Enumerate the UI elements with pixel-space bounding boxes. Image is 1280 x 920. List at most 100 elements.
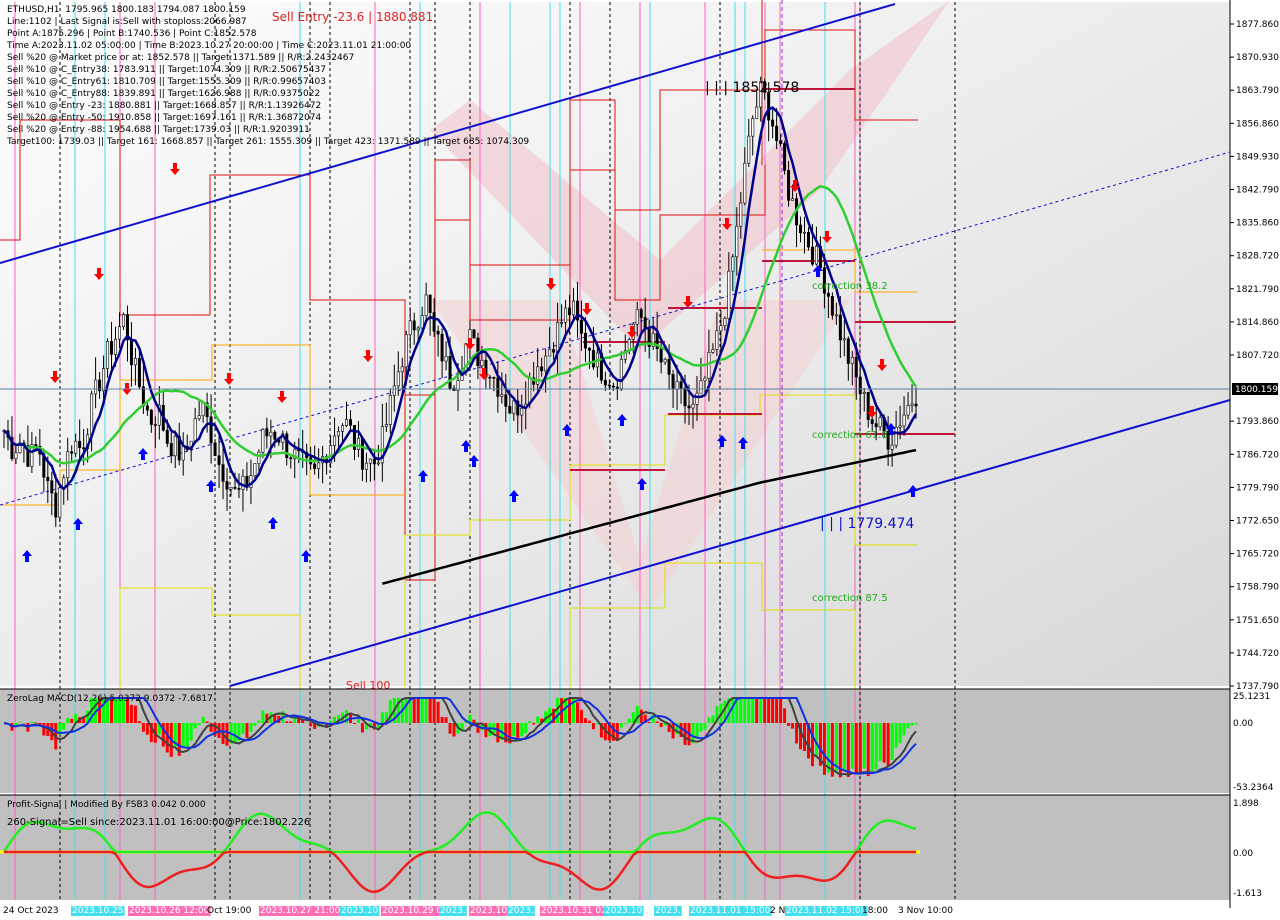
- candle-body: [719, 325, 723, 332]
- candle-body: [50, 480, 54, 494]
- candle-body: [436, 330, 440, 335]
- candle-body: [787, 170, 791, 201]
- candle-body: [372, 458, 376, 465]
- macd-bar: [404, 698, 408, 723]
- info-line: Sell %10 @ C_Entry88: 1839.891 || Target…: [7, 89, 321, 99]
- macd-bar: [906, 723, 910, 729]
- correction-61-label: correction 61.8: [812, 430, 888, 441]
- macd-bar: [783, 708, 787, 723]
- candle-body: [82, 447, 86, 449]
- candle-body: [488, 376, 492, 379]
- macd-bar: [428, 698, 432, 723]
- candle-body: [149, 409, 153, 425]
- candle-body: [850, 357, 854, 364]
- candle-body: [416, 327, 420, 331]
- candle-body: [404, 334, 408, 368]
- candle-body: [94, 379, 98, 395]
- candle-body: [209, 416, 213, 444]
- candle-body: [368, 458, 372, 464]
- candle-body: [731, 256, 735, 272]
- macd-bar: [137, 721, 141, 723]
- macd-bar: [703, 723, 707, 730]
- macd-bar: [528, 721, 532, 723]
- macd-bar: [882, 723, 886, 763]
- candle-body: [169, 443, 173, 457]
- candle-body: [289, 457, 293, 460]
- macd-bar: [870, 723, 874, 773]
- candle-body: [90, 393, 94, 436]
- macd-bar: [771, 698, 775, 723]
- candle-body: [376, 462, 380, 465]
- candle-body: [54, 492, 58, 518]
- candle-body: [213, 442, 217, 457]
- candle-body: [560, 321, 564, 324]
- time-label: 2023.11.02 15:00: [786, 906, 867, 916]
- macd-bar: [285, 721, 289, 723]
- candle-body: [711, 349, 715, 353]
- price-label: 1793.860: [1236, 417, 1279, 427]
- macd-bar: [360, 723, 364, 733]
- macd-bar: [623, 723, 627, 724]
- macd-bar: [858, 723, 862, 775]
- macd-bar: [253, 723, 257, 726]
- candle-body: [874, 423, 878, 428]
- candle-body: [826, 292, 830, 297]
- candle-body: [133, 358, 137, 366]
- candle-body: [898, 425, 902, 428]
- candle-body: [739, 202, 743, 227]
- macd-axis-label: -53.2364: [1233, 783, 1274, 793]
- candle-body: [890, 444, 894, 450]
- price-label: 1877.860: [1236, 20, 1279, 30]
- candle-body: [803, 231, 807, 234]
- candle-body: [579, 319, 583, 334]
- candle-body: [727, 270, 731, 319]
- macd-bar: [18, 722, 22, 723]
- candle-body: [659, 348, 663, 363]
- time-label: 2 N: [770, 906, 785, 916]
- candle-body: [492, 376, 496, 379]
- candle-body: [687, 405, 691, 409]
- candle-body: [78, 440, 82, 448]
- macd-bar: [352, 723, 356, 724]
- candle-body: [341, 425, 345, 432]
- price-label: 1842.790: [1236, 186, 1279, 196]
- candle-body: [70, 451, 74, 454]
- candle-body: [356, 437, 360, 450]
- macd-bar: [233, 723, 237, 743]
- candle-body: [412, 320, 416, 331]
- symbol-line: ETHUSD,H1 1795.965 1800.183 1794.087 180…: [7, 5, 246, 15]
- candle-body: [858, 376, 862, 395]
- time-label: 2023.: [655, 906, 681, 916]
- candle-body: [333, 435, 337, 446]
- candle-body: [910, 403, 914, 406]
- candle-body: [591, 350, 595, 368]
- macd-bar: [568, 698, 572, 723]
- macd-bar: [62, 723, 66, 730]
- candle-body: [448, 356, 452, 389]
- time-label: 3 Nov 10:00: [898, 906, 953, 916]
- candle-body: [639, 309, 643, 318]
- macd-bar: [890, 723, 894, 761]
- info-line: Sell %20 @ Market price or at: 1852.578 …: [7, 53, 355, 63]
- macd-bar: [249, 723, 253, 732]
- macd-bar: [842, 723, 846, 772]
- candle-body: [830, 296, 834, 316]
- candle-body: [181, 445, 185, 461]
- macd-bar: [619, 723, 623, 728]
- candle-body: [66, 451, 70, 479]
- macd-bar: [587, 720, 591, 723]
- candle-body: [428, 294, 432, 313]
- macd-bar: [583, 718, 587, 723]
- candle-body: [121, 314, 125, 327]
- macd-bar: [747, 698, 751, 723]
- candle-body: [854, 357, 858, 378]
- candle-body: [548, 349, 552, 357]
- macd-bar: [866, 723, 870, 777]
- macd-bar: [496, 723, 500, 743]
- candle-body: [846, 338, 850, 364]
- candle-body: [137, 358, 141, 388]
- candle-body: [408, 320, 412, 336]
- macd-bar: [424, 698, 428, 723]
- macd-bar: [791, 723, 795, 729]
- candle-body: [396, 371, 400, 387]
